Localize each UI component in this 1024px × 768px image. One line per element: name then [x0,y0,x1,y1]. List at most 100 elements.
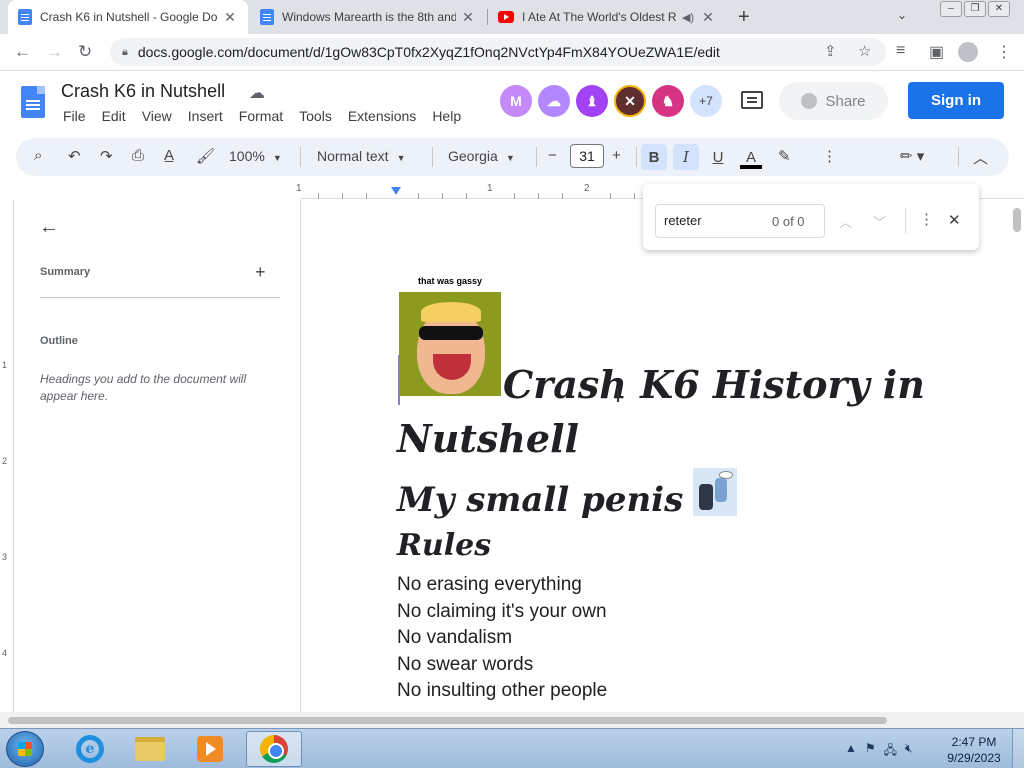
editing-mode-pencil-icon[interactable]: ✏︎ ▾ [900,147,924,165]
list-item[interactable]: No claiming it's your own [397,599,607,626]
horizontal-scrollbar[interactable] [0,712,1024,728]
internet-explorer-taskbar-button[interactable]: e [62,731,118,767]
document-heading-subtitle[interactable]: My small penis [397,480,683,520]
search-menus-icon[interactable]: ⌕ [34,147,42,164]
tab-search-chevron-icon[interactable]: ⌄ [897,8,907,22]
new-tab-plus-icon[interactable]: + [738,6,750,29]
vertical-scrollbar[interactable] [1010,200,1024,712]
tab-windows-marearth[interactable]: Windows Marearth is the 8th and ✕ [250,0,486,34]
bold-button[interactable]: B [641,144,667,170]
menu-help[interactable]: Help [424,108,469,124]
find-options-icon[interactable]: ⋮ [919,210,934,228]
collaborator-avatar[interactable]: M [500,85,532,117]
reload-icon[interactable]: ↻ [78,42,92,62]
tab-title: I Ate At The World's Oldest R [522,10,676,24]
more-collaborators-badge[interactable]: +7 [690,85,722,117]
comment-history-icon[interactable] [741,91,763,109]
tab-docs[interactable]: Crash K6 in Nutshell - Google Docs ✕ [8,0,248,34]
forward-arrow-icon[interactable]: → [46,42,63,62]
menu-extensions[interactable]: Extensions [340,108,424,124]
collaborator-avatar[interactable]: ☁ [538,85,570,117]
close-tab-icon[interactable]: ✕ [700,9,716,26]
close-find-icon[interactable]: ✕ [948,211,961,229]
close-outline-arrow-icon[interactable]: ← [39,216,59,239]
menu-view[interactable]: View [134,108,180,124]
next-match-chevron-icon[interactable]: ﹀ [873,212,886,231]
list-item[interactable]: No vandalism [397,625,607,652]
spellcheck-icon[interactable]: A̲ [164,147,174,164]
menu-insert[interactable]: Insert [180,108,231,124]
scrollbar-thumb[interactable] [8,717,887,724]
menu-edit[interactable]: Edit [94,108,134,124]
share-button[interactable]: Share [779,82,888,120]
zoom-select[interactable]: 100% ▼ [229,148,282,164]
close-window-button[interactable]: ✕ [988,1,1010,17]
cloud-saved-icon[interactable]: ☁︎ [249,83,265,103]
file-explorer-taskbar-button[interactable] [122,731,178,767]
bookmark-star-icon[interactable]: ☆ [858,42,871,60]
highlight-pen-icon[interactable]: ✎ [778,147,791,165]
underline-button[interactable]: U [705,144,731,170]
document-heading-title[interactable]: Crash K6 History in Nutshell [397,358,977,466]
document-title[interactable]: Crash K6 in Nutshell [61,81,225,102]
profile-avatar-icon[interactable] [958,42,978,62]
list-item[interactable]: No erasing everything [397,572,607,599]
collaborator-avatar[interactable]: ♝ [576,85,608,117]
media-control-icon[interactable]: ≡ [896,42,905,60]
font-size-input[interactable]: 31 [570,144,604,168]
close-tab-icon[interactable]: ✕ [222,9,238,26]
show-desktop-button[interactable] [1012,729,1024,768]
previous-match-chevron-icon[interactable]: ︿ [839,212,852,231]
restore-button[interactable]: ❐ [964,1,986,17]
menu-file[interactable]: File [55,108,94,124]
italic-button[interactable]: I [673,144,699,170]
list-item[interactable]: No insulting other people [397,678,607,705]
zoom-value: 100% [229,148,265,164]
undo-icon[interactable]: ↶ [68,147,81,165]
add-summary-plus-icon[interactable]: + [255,262,266,283]
tab-youtube[interactable]: I Ate At The World's Oldest R ◀) ✕ [488,0,726,34]
speaker-icon[interactable]: ◀) [680,11,696,24]
close-tab-icon[interactable]: ✕ [460,9,476,26]
start-button[interactable] [6,731,44,767]
menu-format[interactable]: Format [231,108,291,124]
collaborator-avatar[interactable]: ✕ [614,85,646,117]
media-player-icon [197,736,223,762]
globe-icon [801,93,818,109]
paragraph-style-select[interactable]: Normal text ▼ [317,148,406,164]
scrollbar-thumb[interactable] [1013,208,1021,232]
redo-icon[interactable]: ↷ [100,147,113,165]
lock-icon[interactable]: 🔒︎ [122,46,128,59]
decrease-font-size-icon[interactable]: − [548,147,557,164]
address-bar[interactable]: 🔒︎ docs.google.com/document/d/1gOw83CpT0… [110,38,886,66]
font-family-select[interactable]: Georgia ▼ [448,148,515,164]
more-options-icon[interactable]: ⋮ [822,147,837,165]
list-item[interactable]: No swear words [397,652,607,679]
find-divider [905,208,906,234]
taskbar-clock[interactable]: 2:47 PM 9/29/2023 [941,734,1007,766]
share-page-icon[interactable]: ⇪ [824,42,837,60]
back-arrow-icon[interactable]: ← [14,42,31,62]
document-heading-rules[interactable]: Rules [397,528,491,563]
ruler-tick [562,193,563,199]
collapse-menus-chevron-icon[interactable]: ︿ [973,147,988,168]
minimize-button[interactable]: – [940,1,962,17]
print-icon[interactable]: ⎙ [132,147,144,164]
document-canvas[interactable]: that was gassy Crash K6 History in Nutsh… [301,200,1010,712]
chrome-taskbar-button[interactable] [246,731,302,767]
google-docs-logo-icon[interactable] [21,86,45,118]
inline-image-cartoon[interactable] [693,468,737,516]
kebab-menu-icon[interactable]: ⋮ [996,42,1012,62]
show-hidden-icons-icon[interactable]: ▲ [845,741,857,762]
action-center-flag-icon[interactable]: ⚑ [865,741,876,762]
menu-tools[interactable]: Tools [291,108,340,124]
network-icon[interactable]: 🖧︎ [884,741,897,762]
browser-toolbar: ← → ↻ 🔒︎ docs.google.com/document/d/1gOw… [0,34,1024,71]
side-panel-icon[interactable]: ▣ [929,42,944,62]
collaborator-avatar[interactable]: ♞ [652,85,684,117]
paint-format-icon[interactable]: 🖌︎ [196,147,215,165]
media-player-taskbar-button[interactable] [182,731,238,767]
increase-font-size-icon[interactable]: + [612,147,621,164]
sign-in-button[interactable]: Sign in [908,82,1004,119]
volume-muted-icon[interactable]: 🔇︎ [905,741,913,762]
